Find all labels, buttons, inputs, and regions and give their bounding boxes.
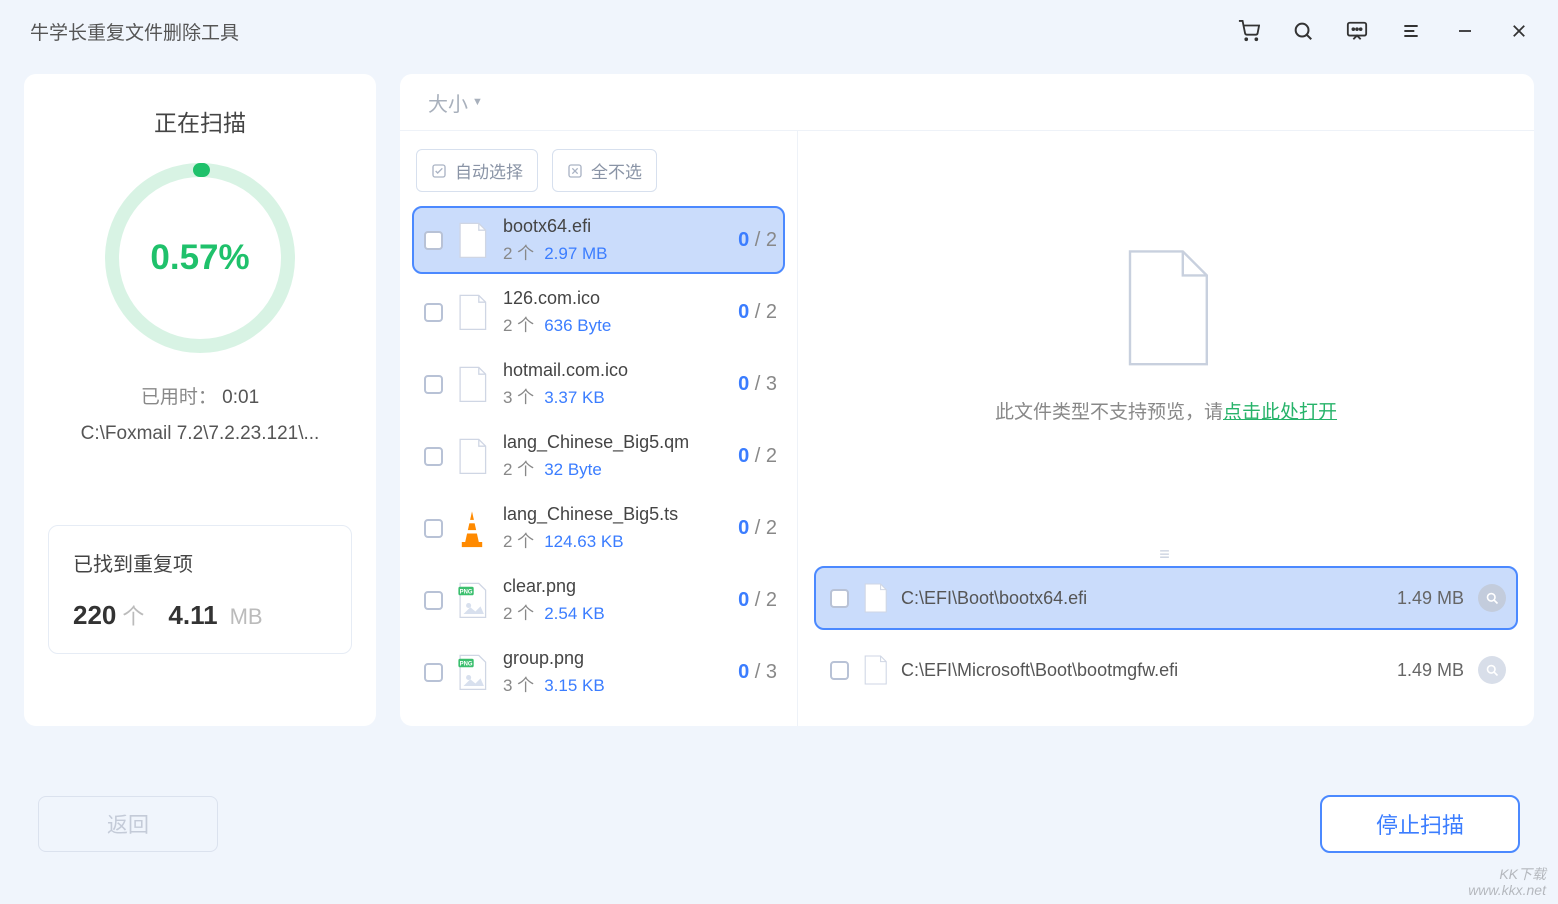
file-name: lang_Chinese_Big5.ts [503,504,730,525]
group-row[interactable]: lang_Chinese_Big5.qm2 个32 Byte0 / 2 [412,422,785,490]
app-title: 牛学长重复文件删除工具 [30,18,239,45]
deselect-all-button[interactable]: 全不选 [552,149,657,192]
sort-label: 大小 [428,88,468,117]
duplicate-list: C:\EFI\Boot\bootx64.efi1.49 MBC:\EFI\Mic… [798,566,1534,726]
duplicate-row[interactable]: C:\EFI\Microsoft\Boot\bootmgfw.efi 1.49 M… [814,638,1518,702]
scan-title: 正在扫描 [154,104,246,138]
locate-button[interactable] [1478,584,1506,612]
group-list: 自动选择 全不选 bootx64.efi2 个2.97 MB0 / 2126.c… [400,131,798,726]
svg-text:PNG: PNG [460,589,473,595]
summary-size: 4.11 [168,600,217,631]
file-type-icon [455,434,489,478]
auto-select-button[interactable]: 自动选择 [416,149,538,192]
progress-percent: 0.57% [100,158,300,358]
file-type-icon [455,290,489,334]
caret-down-icon: ▼ [472,96,483,108]
file-name: 126.com.ico [503,288,730,309]
file-type-icon: PNG [455,578,489,622]
checkbox[interactable] [830,589,849,608]
sort-bar[interactable]: 大小 ▼ [400,74,1534,130]
watermark: KK下载 www.kkx.net [1468,867,1546,898]
checkbox[interactable] [424,663,443,682]
checkbox[interactable] [424,303,443,322]
checkbox[interactable] [830,661,849,680]
selection-ratio: 0 / 2 [738,517,777,540]
group-row[interactable]: PNGgroup.png3 个3.15 KB0 / 3 [412,638,785,706]
file-size: 1.49 MB [1397,660,1464,681]
stop-scan-button[interactable]: 停止扫描 [1320,795,1520,853]
menu-icon[interactable] [1400,20,1422,42]
group-row[interactable]: 126.com.ico2 个636 Byte0 / 2 [412,278,785,346]
detail-pane: 此文件类型不支持预览，请点击此处打开 ≡ C:\EFI\Boot\bootx64… [798,131,1534,726]
document-icon [1118,249,1214,369]
group-row[interactable]: PNGclear.png2 个2.54 KB0 / 2 [412,566,785,634]
file-name: hotmail.com.ico [503,360,730,381]
close-icon[interactable] [1508,20,1530,42]
file-name: lang_Chinese_Big5.qm [503,432,730,453]
file-type-icon: PNG [455,650,489,694]
checkbox[interactable] [424,447,443,466]
selection-ratio: 0 / 2 [738,445,777,468]
checkbox[interactable] [424,591,443,610]
search-icon[interactable] [1292,20,1314,42]
file-type-icon [455,506,489,550]
elapsed: 已用时： 0:01 [141,382,259,409]
preview-text: 此文件类型不支持预览，请点击此处打开 [995,397,1337,424]
back-button: 返回 [38,796,218,852]
selection-ratio: 0 / 2 [738,229,777,252]
checkbox[interactable] [424,231,443,250]
drag-handle-icon[interactable]: ≡ [798,542,1534,566]
cart-icon[interactable] [1238,20,1260,42]
progress-ring: 0.57% [100,158,300,358]
file-type-icon [455,362,489,406]
minimize-icon[interactable] [1454,20,1476,42]
selection-ratio: 0 / 2 [738,589,777,612]
scan-path: C:\Foxmail 7.2\7.2.23.121\... [81,423,320,445]
group-row[interactable]: hotmail.com.ico3 个3.37 KB0 / 3 [412,350,785,418]
file-path: C:\EFI\Boot\bootx64.efi [901,588,1385,609]
summary-count: 220 [73,600,116,631]
group-row[interactable]: bootx64.efi2 个2.97 MB0 / 2 [412,206,785,274]
titlebar: 牛学长重复文件删除工具 [0,0,1558,62]
titlebar-actions [1238,20,1530,42]
file-path: C:\EFI\Microsoft\Boot\bootmgfw.efi [901,660,1385,681]
selection-ratio: 0 / 2 [738,301,777,324]
duplicate-row[interactable]: C:\EFI\Boot\bootx64.efi 1.49 MB [814,566,1518,630]
open-file-link[interactable]: 点击此处打开 [1223,402,1337,423]
file-name: bootx64.efi [503,216,730,237]
file-type-icon [455,218,489,262]
file-size: 1.49 MB [1397,588,1464,609]
summary-box: 已找到重复项 220 个 4.11 MB [48,525,352,654]
selection-ratio: 0 / 3 [738,661,777,684]
svg-text:PNG: PNG [460,661,473,667]
checkbox[interactable] [424,519,443,538]
locate-button[interactable] [1478,656,1506,684]
file-icon [861,580,889,616]
footer: 返回 停止扫描 [0,774,1558,904]
results-panel: 大小 ▼ 自动选择 全不选 bootx64.efi2 个2.97 MB0 / 2… [400,74,1534,726]
file-name: group.png [503,648,730,669]
feedback-icon[interactable] [1346,20,1368,42]
checkbox[interactable] [424,375,443,394]
group-row[interactable]: lang_Chinese_Big5.ts2 个124.63 KB0 / 2 [412,494,785,562]
scan-panel: 正在扫描 0.57% 已用时： 0:01 C:\Foxmail 7.2\7.2.… [24,74,376,726]
selection-ratio: 0 / 3 [738,373,777,396]
file-name: clear.png [503,576,730,597]
summary-title: 已找到重复项 [73,548,327,577]
preview-area: 此文件类型不支持预览，请点击此处打开 [798,131,1534,542]
file-icon [861,652,889,688]
